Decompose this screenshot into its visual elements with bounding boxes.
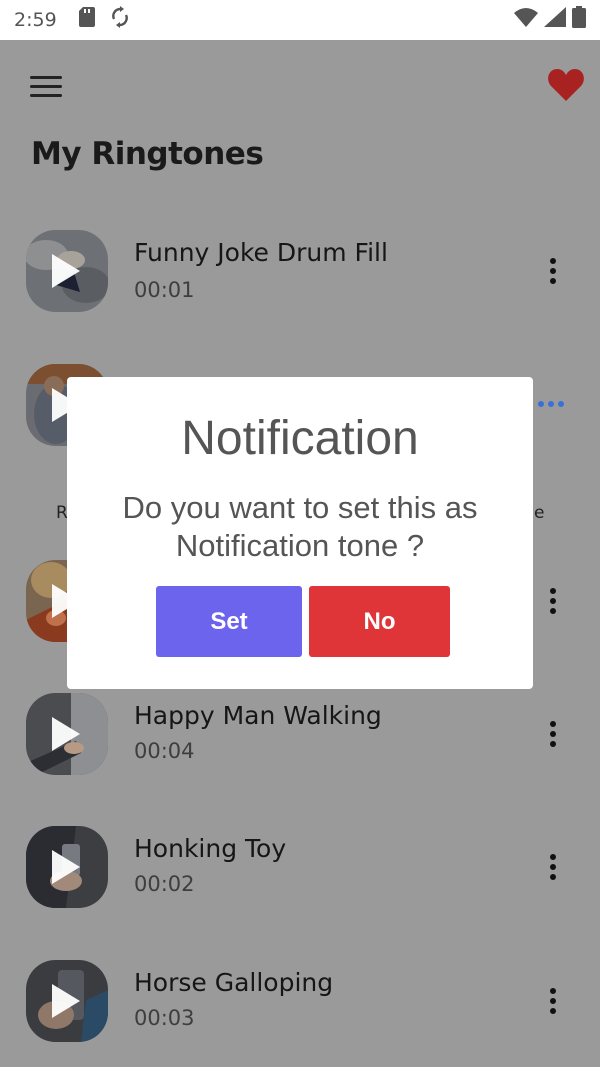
ringtone-thumbnail[interactable] [26, 230, 108, 312]
obscured-text-right: e [534, 503, 545, 523]
sd-card-icon [78, 7, 95, 33]
dialog-message: Do you want to set this as Notification … [122, 490, 478, 563]
more-options-icon[interactable] [540, 981, 566, 1021]
more-options-icon[interactable] [540, 251, 566, 291]
ringtone-title: Honking Toy [134, 834, 287, 863]
signal-icon [544, 7, 566, 33]
play-icon [52, 850, 80, 884]
wifi-icon [514, 7, 538, 33]
dialog-title: Notification [181, 412, 419, 465]
ringtone-duration: 00:04 [134, 739, 195, 763]
app-bar [0, 40, 600, 135]
list-item[interactable]: Happy Man Walking 00:04 [0, 693, 600, 793]
no-button[interactable]: No [309, 586, 450, 657]
play-icon [52, 984, 80, 1018]
status-time: 2:59 [14, 9, 57, 31]
status-bar: 2:59 [0, 0, 600, 40]
play-icon [52, 254, 80, 288]
menu-icon[interactable] [30, 76, 62, 98]
ringtone-duration: 00:03 [134, 1006, 195, 1030]
more-options-icon[interactable] [540, 581, 566, 621]
list-item[interactable]: Honking Toy 00:02 [0, 826, 600, 926]
ringtone-title: Horse Galloping [134, 968, 334, 997]
ringtone-duration: 00:02 [134, 872, 195, 896]
heart-icon[interactable] [548, 68, 584, 102]
ringtone-thumbnail[interactable] [26, 826, 108, 908]
list-item[interactable]: Funny Joke Drum Fill 00:01 [0, 228, 600, 328]
ringtone-duration: 00:01 [134, 278, 195, 302]
more-options-icon[interactable] [540, 714, 566, 754]
more-options-icon[interactable] [540, 847, 566, 887]
play-icon [52, 717, 80, 751]
battery-icon [572, 6, 586, 34]
sync-icon [111, 6, 129, 34]
page-title: My Ringtones [31, 136, 264, 172]
more-options-icon[interactable] [538, 396, 572, 412]
ringtone-thumbnail[interactable] [26, 960, 108, 1042]
list-item[interactable]: Horse Galloping 00:03 [0, 960, 600, 1060]
ringtone-title: Funny Joke Drum Fill [134, 238, 388, 267]
notification-dialog: Notification Do you want to set this as … [67, 377, 533, 689]
set-button[interactable]: Set [156, 586, 302, 657]
ringtone-title: Happy Man Walking [134, 701, 382, 730]
ringtone-thumbnail[interactable] [26, 693, 108, 775]
